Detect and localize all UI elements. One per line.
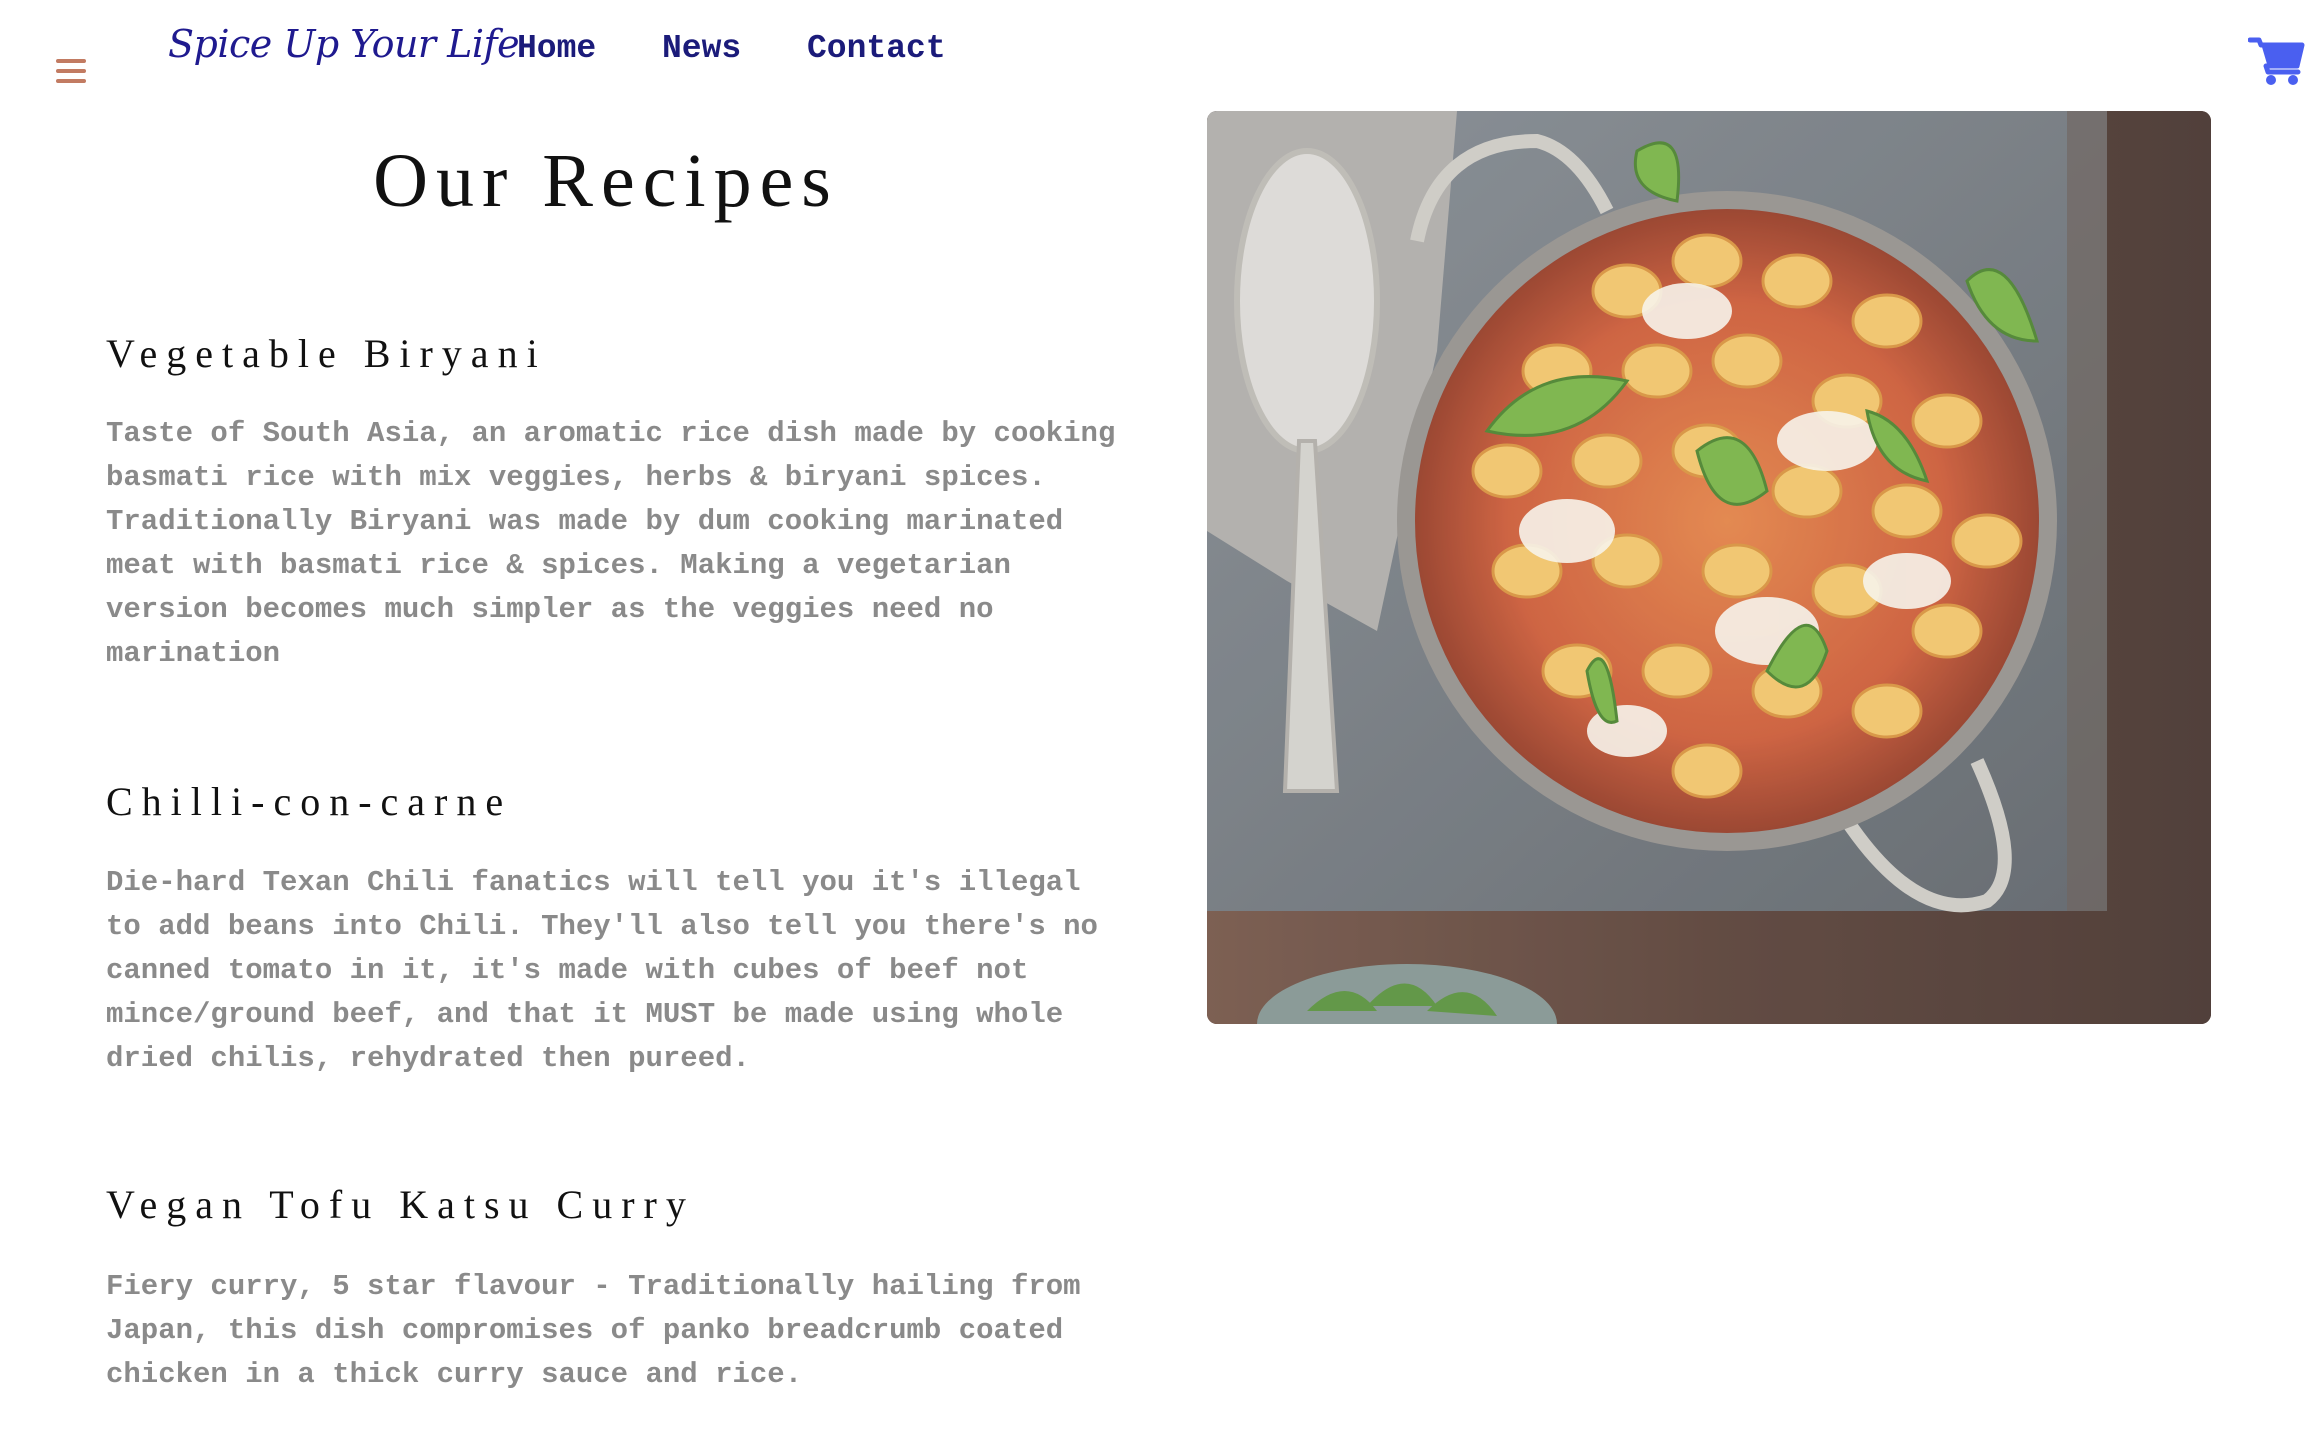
nav-news-link[interactable]: News	[662, 30, 741, 67]
recipe-title-vegetable-biryani[interactable]: Vegetable Biryani	[106, 330, 547, 377]
page-title: Our Recipes	[373, 139, 839, 223]
shopping-cart-icon[interactable]	[2247, 36, 2306, 88]
nav-home-link[interactable]: Home	[517, 30, 596, 67]
nav-contact-link[interactable]: Contact	[807, 30, 946, 67]
recipe-title-chilli-con-carne[interactable]: Chilli-con-carne	[106, 778, 512, 825]
recipe-hero-image	[1207, 111, 2211, 1024]
recipe-description: Die-hard Texan Chili fanatics will tell …	[106, 866, 1098, 1075]
recipe-description: Fiery curry, 5 star flavour - Traditiona…	[106, 1270, 1081, 1391]
recipe-description: Taste of South Asia, an aromatic rice di…	[106, 417, 1116, 670]
hamburger-menu-icon[interactable]	[56, 59, 86, 83]
recipe-title-vegan-tofu-katsu-curry[interactable]: Vegan Tofu Katsu Curry	[106, 1181, 695, 1228]
site-brand[interactable]: Spice Up Your Life	[168, 22, 520, 66]
